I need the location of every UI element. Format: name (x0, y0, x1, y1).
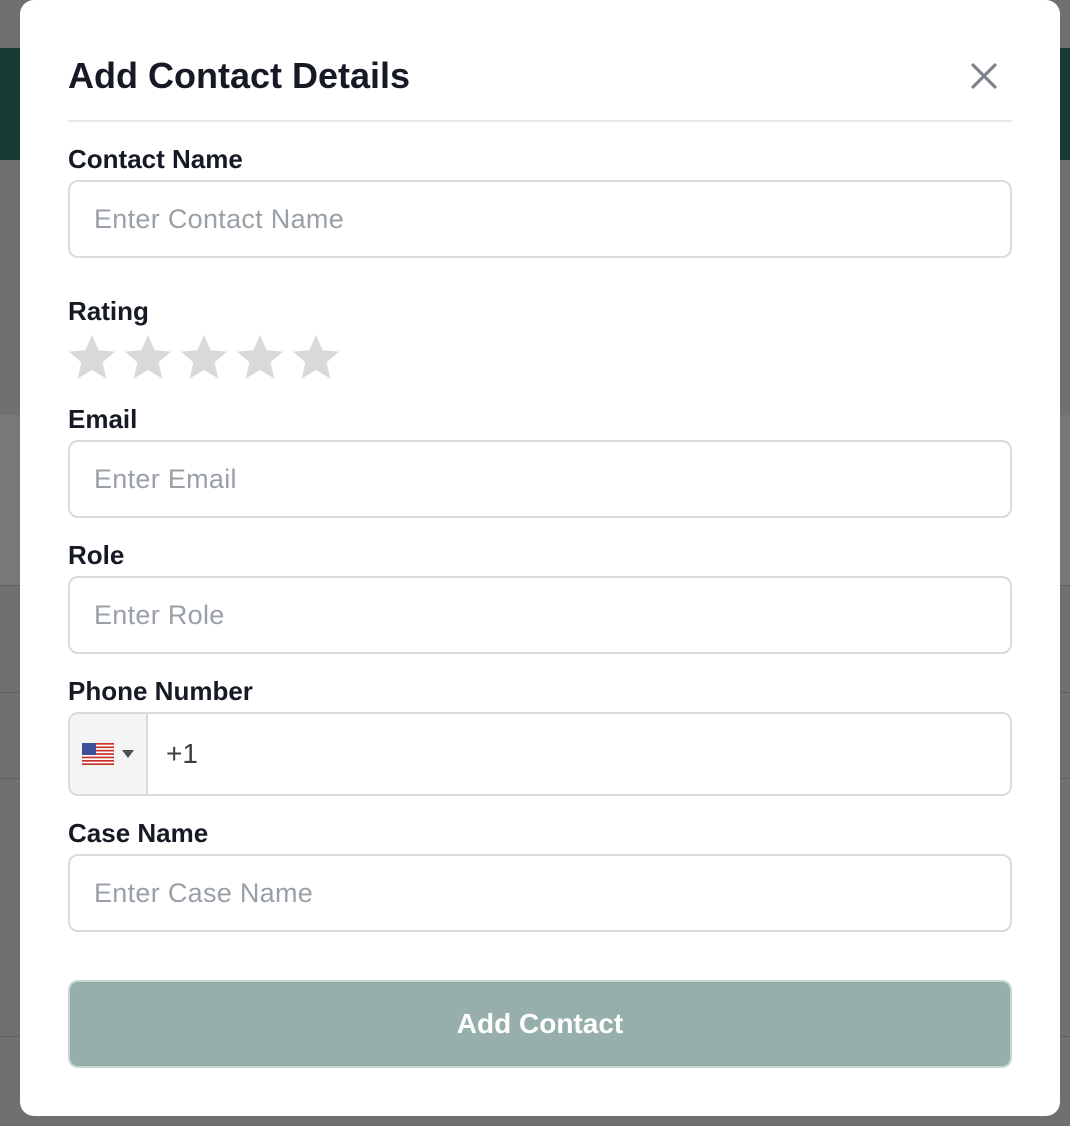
contact-name-label: Contact Name (68, 144, 243, 174)
role-input[interactable] (68, 576, 1012, 654)
star-icon (293, 335, 339, 379)
email-label: Email (68, 404, 138, 434)
close-icon (971, 63, 997, 89)
caret-down-icon (122, 750, 134, 758)
phone-number-label: Phone Number (68, 676, 253, 706)
rating-stars (66, 332, 342, 384)
case-name-input[interactable] (68, 854, 1012, 932)
star-icon (69, 335, 115, 379)
close-button[interactable] (966, 58, 1002, 94)
phone-number-field (68, 712, 1012, 796)
rating-label: Rating (68, 296, 149, 326)
rating-star-3[interactable] (178, 332, 230, 384)
modal-title: Add Contact Details (68, 55, 411, 96)
add-contact-modal: Add Contact Details Contact Name Rating … (20, 0, 1060, 1116)
star-icon (125, 335, 171, 379)
rating-star-5[interactable] (290, 332, 342, 384)
rating-star-4[interactable] (234, 332, 286, 384)
country-code-select[interactable] (70, 714, 148, 794)
add-contact-button[interactable]: Add Contact (68, 980, 1012, 1068)
phone-number-input[interactable] (148, 714, 1010, 794)
rating-star-2[interactable] (122, 332, 174, 384)
contact-name-input[interactable] (68, 180, 1012, 258)
email-input[interactable] (68, 440, 1012, 518)
case-name-label: Case Name (68, 818, 209, 848)
us-flag-icon (82, 743, 114, 765)
role-label: Role (68, 540, 125, 570)
rating-star-1[interactable] (66, 332, 118, 384)
star-icon (237, 335, 283, 379)
modal-header: Add Contact Details (68, 0, 1012, 122)
star-icon (181, 335, 227, 379)
